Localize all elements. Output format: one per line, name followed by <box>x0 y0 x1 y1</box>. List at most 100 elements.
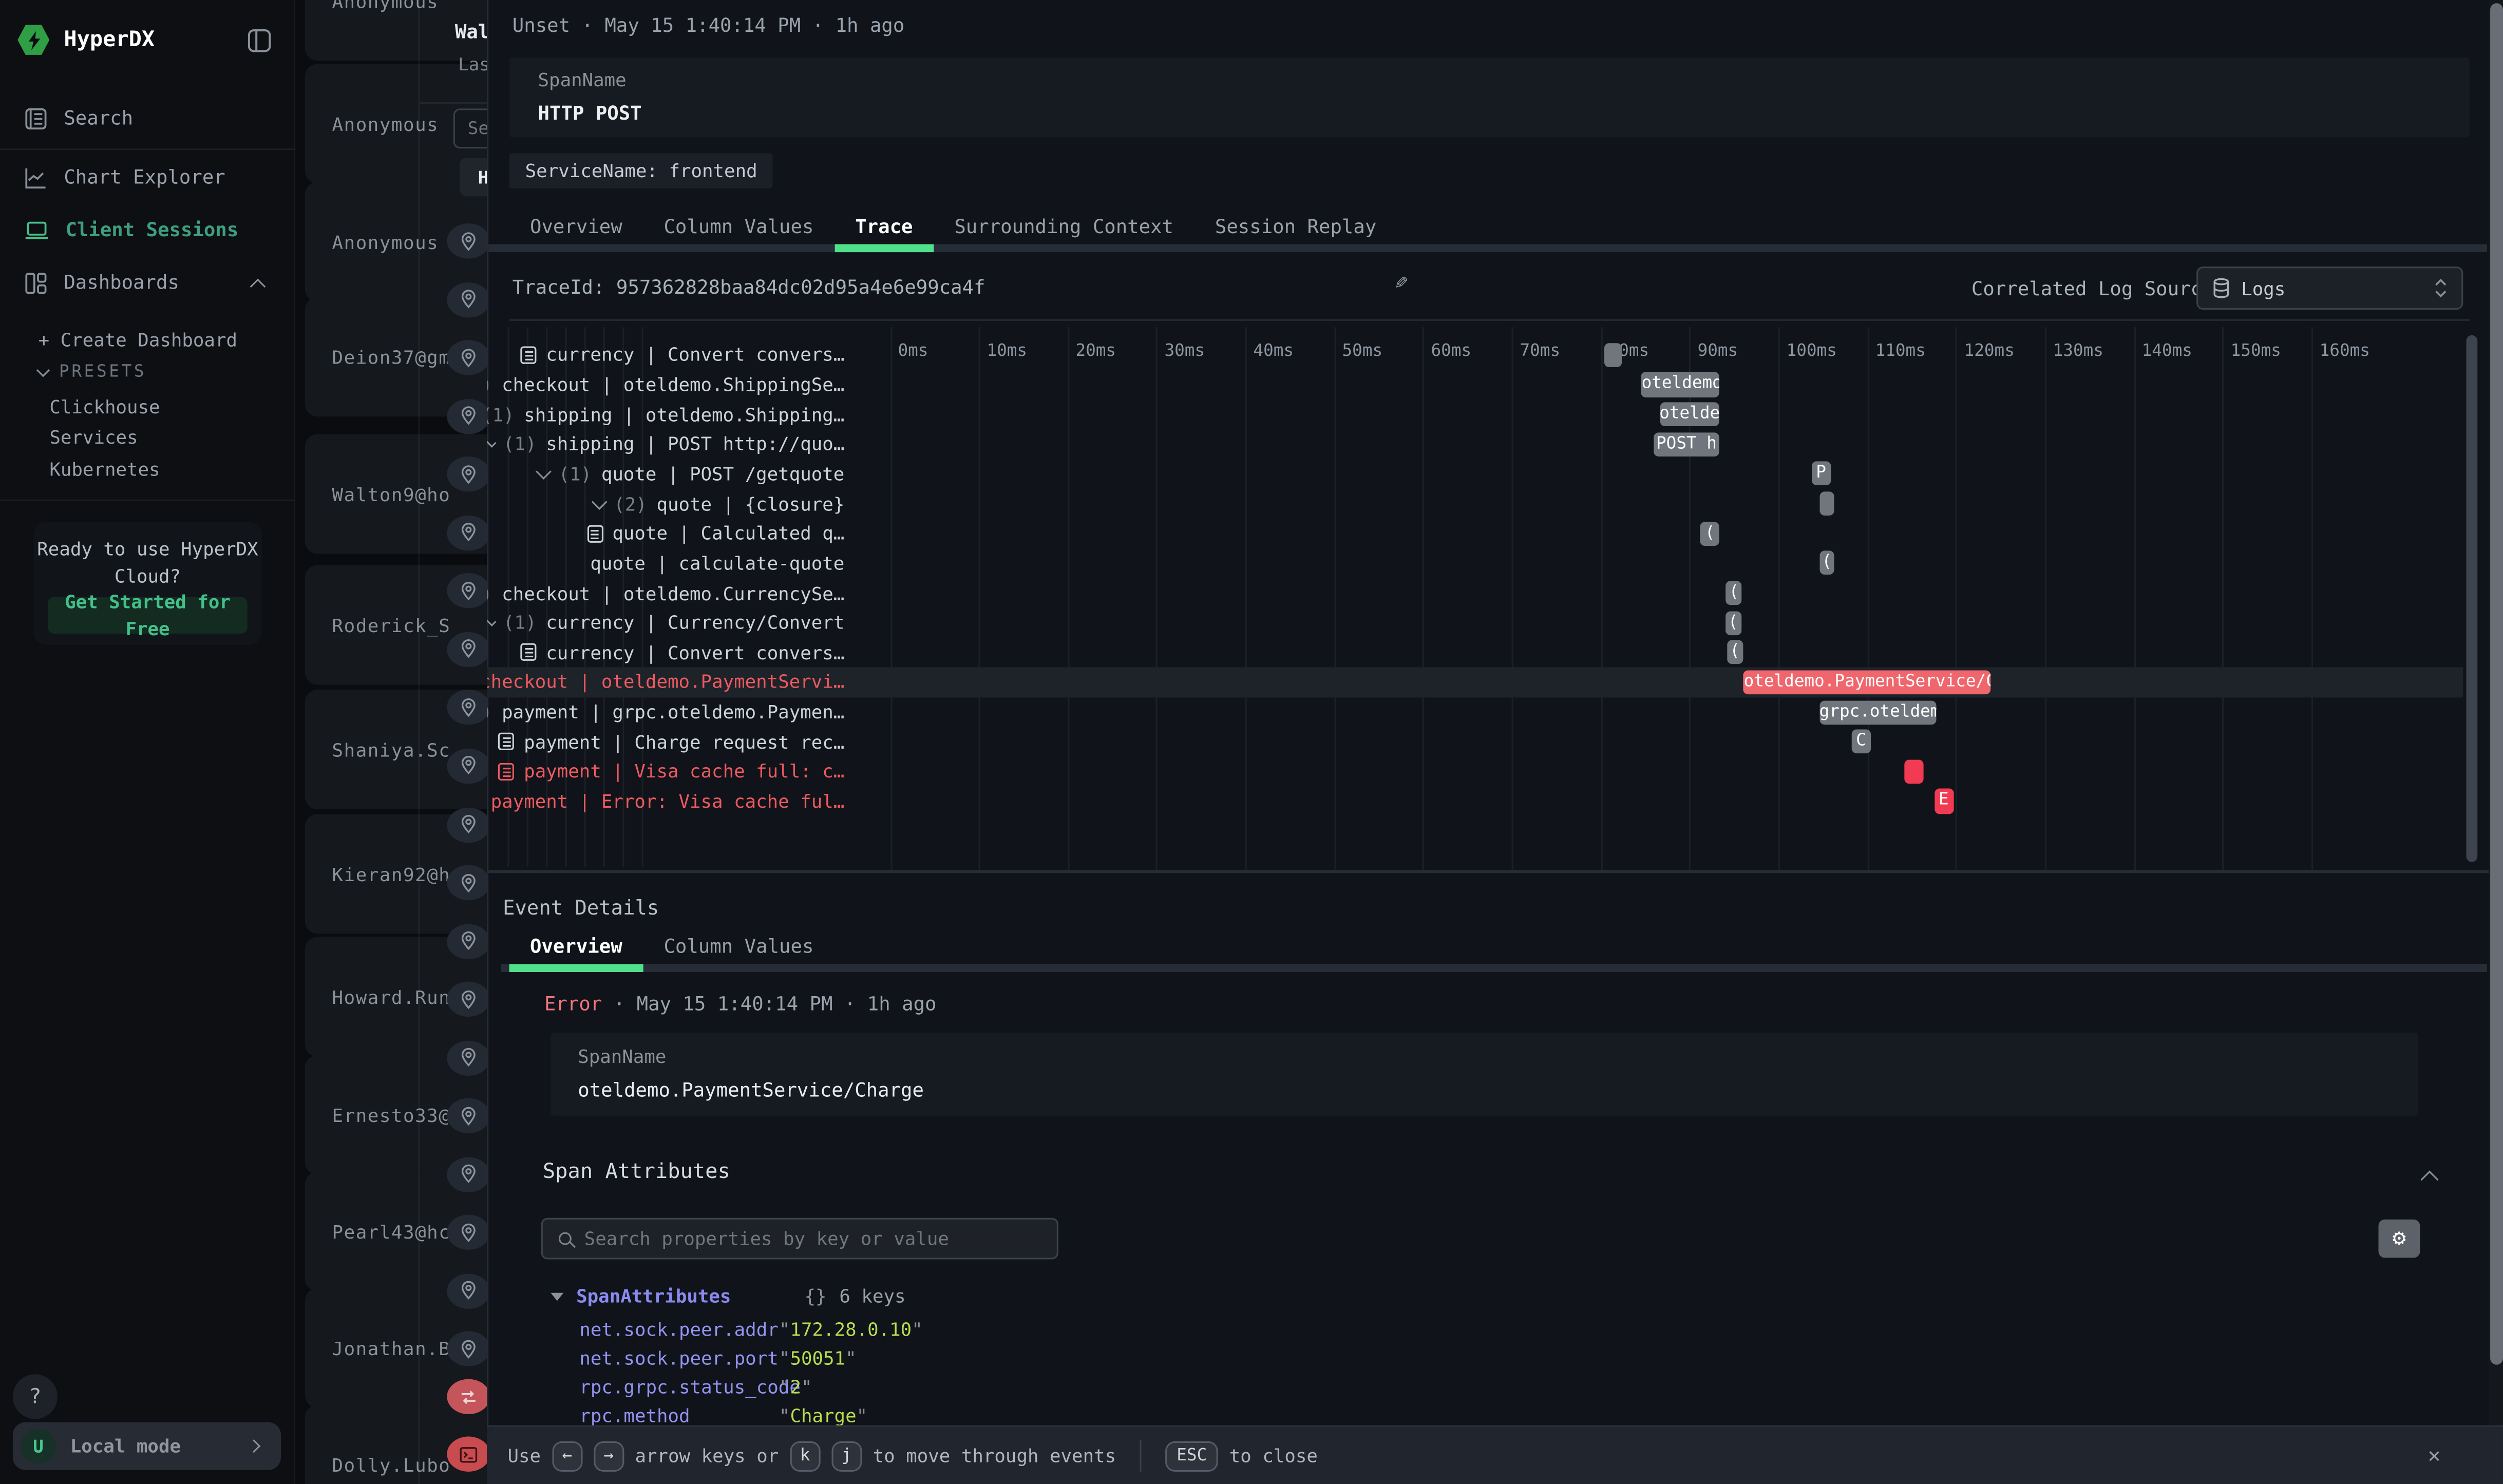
trace-span-row[interactable]: currency | Convert convers… <box>487 340 867 370</box>
tab-surrounding-context[interactable]: Surrounding Context <box>934 204 1194 249</box>
expand-chevron-icon[interactable] <box>591 493 606 509</box>
tab-session-replay[interactable]: Session Replay <box>1194 204 1397 249</box>
expand-chevron-icon[interactable] <box>536 464 552 480</box>
create-dashboard-button[interactable]: + Create Dashboard <box>39 329 237 351</box>
location-pin-icon[interactable] <box>447 1215 490 1250</box>
search-icon <box>559 1232 572 1245</box>
location-pin-icon[interactable] <box>447 223 490 258</box>
span-duration-bar[interactable]: ( <box>1700 521 1720 545</box>
span-duration-bar[interactable]: ( <box>1819 551 1834 575</box>
location-pin-icon[interactable] <box>447 574 490 608</box>
location-pin-icon[interactable] <box>447 282 490 317</box>
trace-span-row[interactable]: currency | Convert convers… <box>487 638 867 668</box>
span-duration-bar[interactable]: oteldemo.PaymentService/Char <box>1744 670 1991 694</box>
location-pin-icon[interactable] <box>447 924 490 959</box>
attributes-search[interactable]: Search properties by key or value <box>541 1218 1058 1260</box>
span-duration-bar[interactable]: POST h <box>1654 432 1719 456</box>
span-duration-bar[interactable] <box>1904 759 1923 784</box>
presets-toggle[interactable]: PRESETS <box>39 363 147 382</box>
trace-span-row[interactable]: (1)checkout | oteldemo.PaymentServi… <box>487 668 867 697</box>
span-duration-bar[interactable] <box>1819 491 1834 516</box>
attributes-root-row[interactable]: SpanAttributes {} 6 keys <box>551 1285 905 1307</box>
trace-span-row[interactable]: quote | Calculated q… <box>487 519 867 548</box>
attribute-row[interactable]: rpc.grpc.status_code"2" <box>579 1376 812 1398</box>
location-pin-icon[interactable] <box>447 632 490 667</box>
span-duration-bar[interactable] <box>1604 343 1621 367</box>
expand-chevron-icon[interactable] <box>487 614 497 627</box>
span-duration-bar[interactable]: grpc.oteldemo. <box>1819 700 1937 724</box>
tab-trace[interactable]: Trace <box>835 204 934 249</box>
span-duration-bar[interactable]: ( <box>1726 581 1742 605</box>
log-source-select[interactable]: Logs <box>2196 267 2463 310</box>
location-pin-icon[interactable] <box>447 1157 490 1192</box>
expand-chevron-icon[interactable] <box>487 435 497 448</box>
trace-span-row[interactable]: (1)shipping | oteldemo.Shipping… <box>487 399 867 429</box>
search-input[interactable]: Sea <box>453 108 488 148</box>
sidebar-item-dashboards[interactable]: Dashboards <box>0 257 295 308</box>
user-menu[interactable]: U Local mode <box>13 1422 281 1470</box>
location-pin-icon[interactable] <box>447 982 490 1017</box>
location-pin-icon[interactable] <box>447 515 490 550</box>
trace-span-row[interactable]: payment | Charge request rec… <box>487 727 867 757</box>
attribute-row[interactable]: rpc.method"Charge" <box>579 1404 867 1427</box>
panel-scrollbar-thumb[interactable] <box>2490 3 2502 1364</box>
span-duration-bar[interactable]: otelde <box>1659 402 1720 426</box>
tab-overview[interactable]: Overview <box>509 204 643 249</box>
span-label: payment | Charge request rec… <box>524 731 844 753</box>
location-pin-icon[interactable] <box>447 865 490 900</box>
service-name-tag[interactable]: ServiceName: frontend <box>509 153 773 188</box>
console-error-icon[interactable] <box>447 1437 490 1472</box>
span-duration-bar[interactable]: C <box>1851 730 1871 754</box>
navigation-event-icon[interactable] <box>447 1379 490 1414</box>
trace-span-row[interactable]: (1)shipping | POST http://quo… <box>487 429 867 459</box>
attribute-row[interactable]: net.sock.peer.port"50051" <box>579 1347 856 1369</box>
sidebar-item-search[interactable]: Search <box>0 92 295 143</box>
location-pin-icon[interactable] <box>447 457 490 492</box>
tab-column-values[interactable]: Column Values <box>643 204 835 249</box>
edit-pencil-icon[interactable]: ✎ <box>1395 271 1408 295</box>
waterfall-scrollbar[interactable] <box>2466 335 2477 862</box>
attribute-row[interactable]: net.sock.peer.addr"172.28.0.10" <box>579 1319 922 1341</box>
trace-span-row[interactable]: (1)currency | Currency/Convert <box>487 608 867 638</box>
preset-services[interactable]: Services <box>49 424 160 454</box>
preset-clickhouse[interactable]: Clickhouse <box>49 393 160 424</box>
footer-arrow-text: arrow keys or <box>635 1444 779 1467</box>
location-pin-icon[interactable] <box>447 1098 490 1133</box>
span-label: payment | Visa cache full: c… <box>524 760 844 783</box>
attributes-settings-button[interactable]: ⚙ <box>2379 1220 2420 1258</box>
help-button[interactable]: ? <box>13 1374 58 1419</box>
location-pin-icon[interactable] <box>447 1332 490 1367</box>
location-pin-icon[interactable] <box>447 398 490 433</box>
collapse-sidebar-icon[interactable] <box>248 29 272 53</box>
trace-span-row[interactable]: (1)checkout | oteldemo.ShippingSe… <box>487 370 867 399</box>
trace-span-row[interactable]: (1)checkout | oteldemo.CurrencySe… <box>487 578 867 608</box>
span-duration-bar[interactable]: oteldemo. <box>1642 372 1720 396</box>
location-pin-icon[interactable] <box>447 807 490 842</box>
location-pin-icon[interactable] <box>447 1040 490 1075</box>
tab-ed-column-values[interactable]: Column Values <box>643 924 835 969</box>
span-duration-bar[interactable]: ( <box>1725 611 1741 635</box>
span-duration-bar[interactable]: E <box>1934 789 1954 813</box>
trace-span-row[interactable]: (1)quote | POST /getquote <box>487 459 867 489</box>
trace-span-row[interactable]: (2)quote | {closure} <box>487 489 867 519</box>
trace-span-row[interactable]: quote | calculate-quote <box>487 548 867 578</box>
location-pin-icon[interactable] <box>447 749 490 784</box>
timeline-gridline <box>979 327 980 870</box>
trace-span-row[interactable]: (3)payment | grpc.oteldemo.Paymen… <box>487 697 867 727</box>
collapse-section-icon[interactable] <box>2420 1171 2438 1189</box>
filter-chip[interactable]: H <box>460 158 488 197</box>
tab-ed-overview[interactable]: Overview <box>509 924 643 969</box>
location-pin-icon[interactable] <box>447 1273 490 1308</box>
span-duration-bar[interactable]: P <box>1811 462 1831 486</box>
sidebar-item-client-sessions[interactable]: Client Sessions <box>0 204 295 255</box>
preset-kubernetes[interactable]: Kubernetes <box>49 454 160 485</box>
logo[interactable]: HyperDX <box>17 24 155 56</box>
trace-span-row[interactable]: payment | Error: Visa cache ful… <box>487 787 867 816</box>
close-icon[interactable]: ✕ <box>2428 1444 2440 1468</box>
location-pin-icon[interactable] <box>447 340 490 375</box>
trace-span-row[interactable]: payment | Visa cache full: c… <box>487 757 867 787</box>
location-pin-icon[interactable] <box>447 690 490 725</box>
get-started-button[interactable]: Get Started for Free <box>48 597 248 634</box>
sidebar-item-chart-explorer[interactable]: Chart Explorer <box>0 151 295 202</box>
span-duration-bar[interactable]: ( <box>1727 640 1743 664</box>
